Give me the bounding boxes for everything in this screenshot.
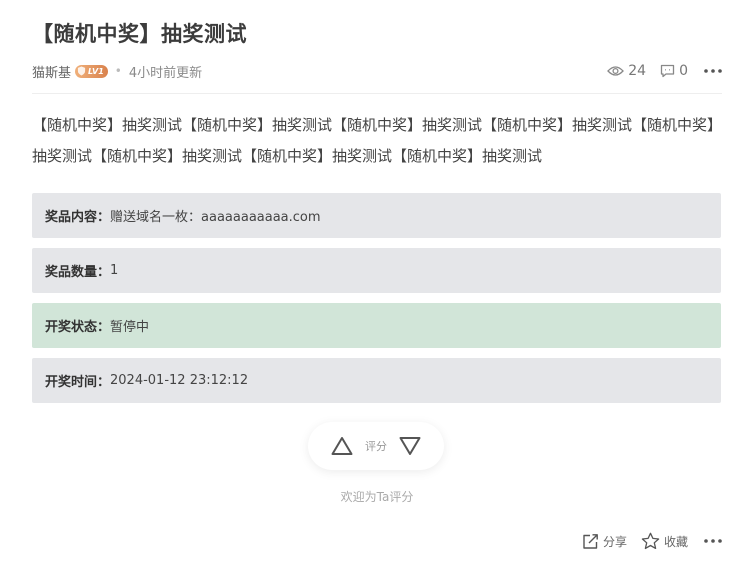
draw-time-value: 2024-01-12 23:12:12 bbox=[110, 373, 249, 388]
downvote-button[interactable] bbox=[397, 433, 423, 459]
draw-status-label: 开奖状态： bbox=[45, 320, 111, 335]
rating-label: 评分 bbox=[365, 440, 387, 453]
updated-time: 4小时前更新 bbox=[128, 65, 203, 81]
comment-icon bbox=[660, 64, 675, 78]
more-icon bbox=[704, 69, 722, 73]
author-name[interactable]: 猫斯基 bbox=[32, 62, 71, 81]
actions-more-button[interactable] bbox=[704, 539, 722, 543]
post-stats: 24 0 bbox=[593, 62, 722, 80]
post-more-button[interactable] bbox=[704, 69, 722, 73]
eye-icon bbox=[607, 66, 625, 76]
comments-count: 0 bbox=[679, 63, 688, 79]
favorite-button[interactable]: 收藏 bbox=[641, 532, 688, 550]
post-body: 【随机中奖】抽奖测试【随机中奖】抽奖测试【随机中奖】抽奖测试【随机中奖】抽奖测试… bbox=[32, 116, 723, 165]
header-divider bbox=[32, 93, 722, 94]
star-icon bbox=[641, 532, 660, 550]
views-count: 24 bbox=[628, 63, 647, 79]
post-meta: 猫斯基 LV1 • 4小时前更新 bbox=[32, 62, 203, 81]
prize-content-row: 奖品内容： 赠送域名一枚：aaaaaaaaaaa.com bbox=[32, 193, 721, 238]
upvote-button[interactable] bbox=[329, 433, 355, 459]
comments-stat[interactable]: 0 bbox=[660, 63, 688, 79]
level-badge-text: LV1 bbox=[88, 66, 104, 76]
draw-status-row: 开奖状态： 暂停中 bbox=[32, 303, 721, 348]
favorite-label: 收藏 bbox=[663, 534, 688, 549]
level-badge: LV1 bbox=[75, 64, 108, 78]
downvote-icon bbox=[399, 437, 421, 455]
meta-separator: • bbox=[114, 64, 122, 78]
upvote-icon bbox=[331, 437, 353, 455]
prize-quantity-value: 1 bbox=[110, 263, 119, 278]
share-label: 分享 bbox=[602, 534, 627, 549]
draw-status-value: 暂停中 bbox=[110, 320, 150, 335]
prize-quantity-label: 奖品数量： bbox=[45, 265, 111, 280]
prize-quantity-row: 奖品数量： 1 bbox=[32, 248, 721, 293]
prize-content-label: 奖品内容： bbox=[45, 210, 111, 225]
draw-time-label: 开奖时间： bbox=[45, 375, 111, 390]
views-stat: 24 bbox=[607, 63, 646, 79]
more-icon bbox=[704, 539, 722, 543]
prize-content-value: 赠送域名一枚：aaaaaaaaaaa.com bbox=[110, 210, 321, 225]
draw-time-row: 开奖时间： 2024-01-12 23:12:12 bbox=[32, 358, 721, 403]
post-title: 【随机中奖】抽奖测试 bbox=[32, 22, 247, 46]
share-button[interactable]: 分享 bbox=[582, 533, 627, 550]
post-actions: 分享 收藏 bbox=[568, 531, 722, 551]
shield-icon bbox=[77, 66, 86, 76]
rating-control: 评分 bbox=[308, 422, 444, 470]
rating-welcome-text: 欢迎为Ta评分 bbox=[340, 490, 414, 504]
share-icon bbox=[583, 533, 598, 549]
